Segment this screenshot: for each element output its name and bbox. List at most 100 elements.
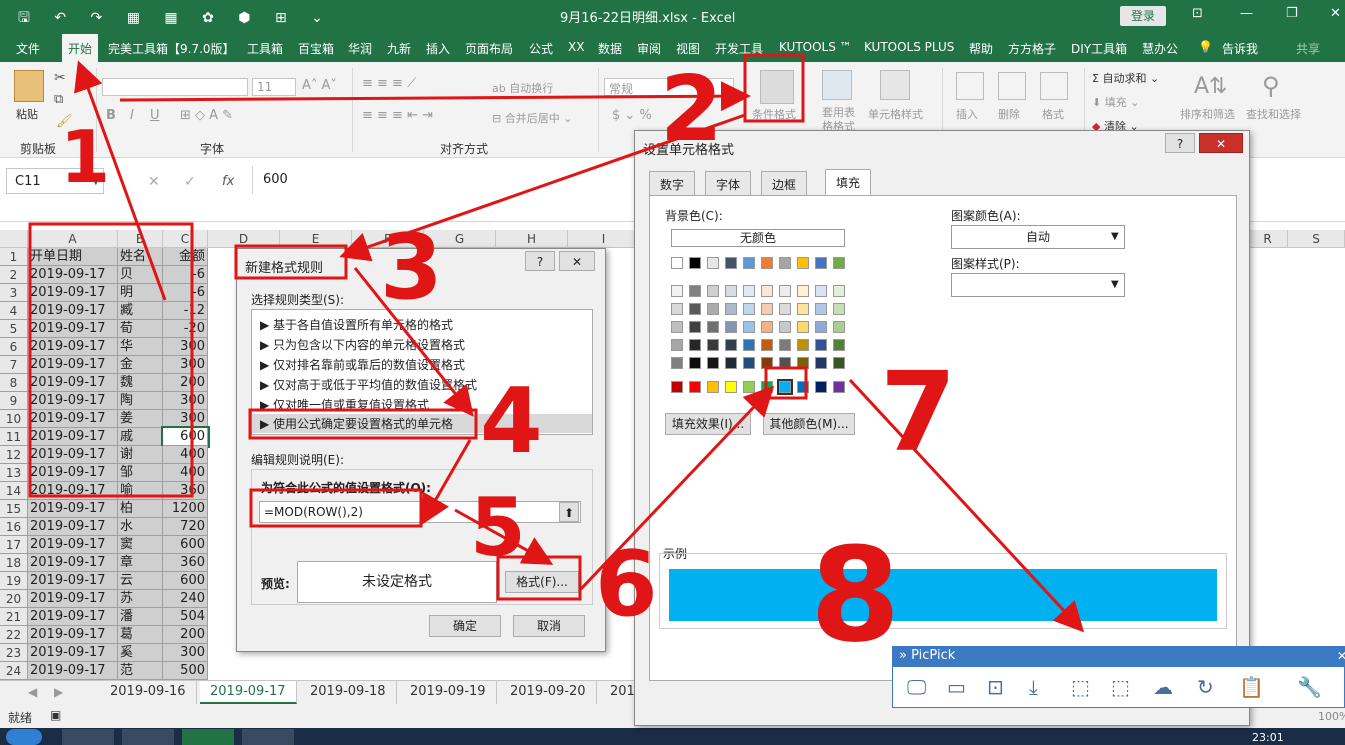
confirm-entry-icon[interactable]: ✓	[184, 174, 196, 190]
color-swatch[interactable]	[743, 285, 755, 297]
color-swatch[interactable]	[779, 303, 791, 315]
color-swatch[interactable]	[815, 381, 827, 393]
row-header[interactable]: 12	[0, 446, 28, 464]
row-header[interactable]: 3	[0, 284, 28, 302]
cell-amount[interactable]: 600	[161, 426, 210, 448]
cell-date[interactable]: 2019-09-17	[28, 410, 118, 428]
align-left-icon[interactable]: ≡ ≡ ≡ ⇤ ⇥	[362, 108, 433, 123]
color-swatch[interactable]	[689, 257, 701, 269]
column-header-i[interactable]: I	[568, 230, 640, 248]
cell-date[interactable]: 2019-09-17	[28, 518, 118, 536]
fill-effects-button[interactable]: 填充效果(I)...	[665, 413, 751, 435]
menu-toolbox[interactable]: 工具箱	[247, 40, 283, 57]
cell-date[interactable]: 2019-09-17	[28, 500, 118, 518]
cut-icon[interactable]: ✂	[54, 70, 66, 86]
delete-cells-button[interactable]: 删除	[998, 106, 1020, 122]
color-swatch[interactable]	[671, 339, 683, 351]
table-row[interactable]: 15 2019-09-17 柏 1200	[0, 500, 210, 518]
cell-date[interactable]: 开单日期	[28, 248, 118, 266]
column-header-c[interactable]: C	[163, 230, 208, 248]
italic-icon[interactable]: I	[130, 108, 134, 123]
color-swatch[interactable]	[779, 257, 791, 269]
color-swatch[interactable]	[743, 303, 755, 315]
font-size-combo[interactable]: 11	[252, 78, 296, 96]
rule-type-item[interactable]: ▶ 仅对唯一值或重复值设置格式	[260, 396, 429, 413]
cell-amount[interactable]: 360	[163, 554, 208, 572]
table-row[interactable]: 10 2019-09-17 姜 300	[0, 410, 210, 428]
cell-name[interactable]: 荀	[118, 320, 163, 338]
cell-name[interactable]: 喻	[118, 482, 163, 500]
restore-icon[interactable]: ❐	[1286, 6, 1298, 21]
color-swatch[interactable]	[815, 321, 827, 333]
cell-amount[interactable]: 300	[163, 356, 208, 374]
cell-date[interactable]: 2019-09-17	[28, 554, 118, 572]
capture-control-icon[interactable]: ⊡	[987, 675, 1004, 699]
color-swatch[interactable]	[761, 339, 773, 351]
wrap-text-button[interactable]: ab 自动换行	[492, 80, 553, 96]
table-row[interactable]: 8 2019-09-17 魏 200	[0, 374, 210, 392]
cell-date[interactable]: 2019-09-17	[28, 608, 118, 626]
menu-kutools[interactable]: KUTOOLS ™	[779, 40, 852, 54]
row-header[interactable]: 6	[0, 338, 28, 356]
cell-amount[interactable]: 600	[163, 572, 208, 590]
table-row[interactable]: 12 2019-09-17 谢 400	[0, 446, 210, 464]
select-all-corner[interactable]	[0, 230, 28, 248]
next-sheet-icon[interactable]: ▶	[54, 685, 63, 699]
color-swatch[interactable]	[833, 381, 845, 393]
cell-name[interactable]: 姓名	[118, 248, 163, 266]
bold-icon[interactable]: B	[106, 108, 116, 123]
cell-date[interactable]: 2019-09-17	[28, 302, 118, 320]
row-header[interactable]: 19	[0, 572, 28, 590]
cell-date[interactable]: 2019-09-17	[28, 320, 118, 338]
cell-name[interactable]: 潘	[118, 608, 163, 626]
cell-date[interactable]: 2019-09-17	[28, 338, 118, 356]
cell-amount[interactable]: 300	[163, 338, 208, 356]
cell-amount[interactable]: -12	[163, 302, 208, 320]
color-swatch[interactable]	[671, 357, 683, 369]
menu-help[interactable]: 帮助	[969, 40, 993, 57]
color-swatch[interactable]	[743, 257, 755, 269]
row-header[interactable]: 16	[0, 518, 28, 536]
table-row[interactable]: 14 2019-09-17 喻 360	[0, 482, 210, 500]
cell-amount[interactable]: 1200	[163, 500, 208, 518]
color-swatch[interactable]	[797, 357, 809, 369]
color-swatch[interactable]	[725, 303, 737, 315]
column-header-h[interactable]: H	[496, 230, 568, 248]
clipboard-icon[interactable]: 📋	[1239, 675, 1264, 699]
column-header-e[interactable]: E	[280, 230, 352, 248]
color-swatch[interactable]	[761, 303, 773, 315]
row-header[interactable]: 5	[0, 320, 28, 338]
menu-developer[interactable]: 开发工具	[715, 40, 763, 57]
row-header[interactable]: 8	[0, 374, 28, 392]
tools-icon[interactable]: 🔧	[1297, 675, 1322, 699]
cell-name[interactable]: 金	[118, 356, 163, 374]
column-header-d[interactable]: D	[208, 230, 280, 248]
login-button[interactable]: 登录	[1120, 6, 1166, 26]
name-box[interactable]: C11	[6, 168, 104, 194]
find-select-icon[interactable]: ⚲	[1262, 72, 1280, 100]
border-icon[interactable]: ⊞ ◇ A ✎	[180, 108, 233, 123]
macro-record-icon[interactable]: ▣	[50, 708, 61, 722]
color-swatch[interactable]	[815, 257, 827, 269]
copy-icon[interactable]: ⧉	[54, 92, 63, 107]
selected-color-swatch[interactable]	[777, 379, 793, 395]
cell-name[interactable]: 窦	[118, 536, 163, 554]
cell-name[interactable]: 戚	[118, 428, 163, 446]
color-swatch[interactable]	[815, 339, 827, 351]
color-swatch[interactable]	[725, 339, 737, 351]
color-swatch[interactable]	[689, 381, 701, 393]
cell-name[interactable]: 明	[118, 284, 163, 302]
color-swatch[interactable]	[797, 339, 809, 351]
color-swatch[interactable]	[707, 321, 719, 333]
cell-name[interactable]: 水	[118, 518, 163, 536]
ok-button[interactable]: 确定	[429, 615, 501, 637]
capture-screen-icon[interactable]: 🖵	[907, 675, 926, 699]
capture-freehand-icon[interactable]: ☁	[1153, 675, 1173, 699]
color-swatch[interactable]	[779, 339, 791, 351]
color-swatch[interactable]	[779, 285, 791, 297]
color-swatch[interactable]	[833, 285, 845, 297]
row-header[interactable]: 11	[0, 428, 28, 446]
sheet-tab[interactable]: 2019-09-19	[400, 681, 497, 704]
cell-date[interactable]: 2019-09-17	[28, 266, 118, 284]
sort-filter-icon[interactable]: A⇅	[1194, 74, 1227, 99]
